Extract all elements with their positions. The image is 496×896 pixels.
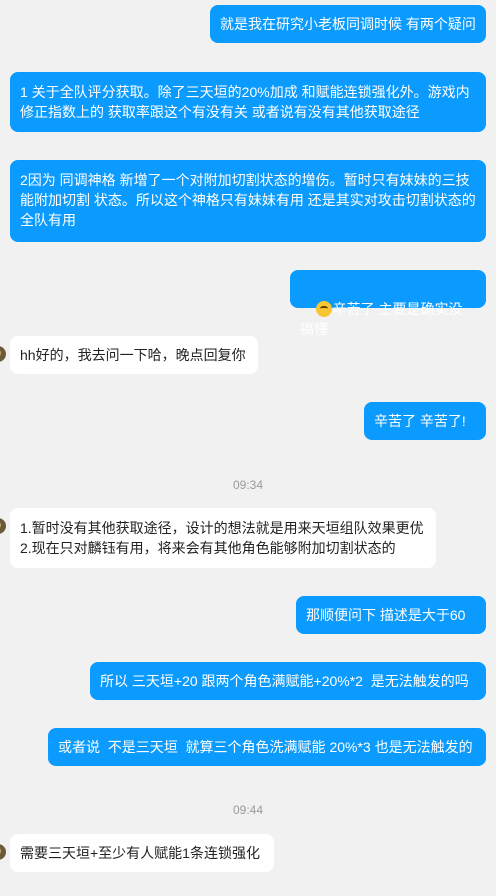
outgoing-message[interactable]: 2因为 同调神格 新增了一个对附加切割状态的增伤。暂时只有妹妹的三技能附加切割 …: [10, 160, 486, 242]
outgoing-message[interactable]: 所以 三天垣+20 跟两个角色满赋能+20%*2 是无法触发的吗: [90, 662, 486, 700]
outgoing-message[interactable]: 1 关于全队评分获取。除了三天垣的20%加成 和赋能连锁强化外。游戏内修正指数上…: [10, 72, 486, 132]
avatar[interactable]: [0, 346, 6, 362]
timestamp: 09:34: [232, 478, 264, 492]
avatar[interactable]: [0, 518, 6, 534]
timestamp: 09:44: [232, 803, 264, 817]
outgoing-message[interactable]: 辛苦了 辛苦了!: [364, 402, 486, 440]
outgoing-message[interactable]: 那顺便问下 描述是大于60: [296, 596, 486, 634]
incoming-message[interactable]: hh好的，我去问一下哈，晚点回复你: [10, 336, 258, 374]
outgoing-message[interactable]: 辛苦了 主要是确实没搞懂: [290, 270, 486, 337]
outgoing-message[interactable]: 就是我在研究小老板同调时候 有两个疑问: [210, 5, 486, 43]
incoming-message[interactable]: 需要三天垣+至少有人赋能1条连锁强化: [10, 834, 274, 872]
outgoing-message[interactable]: 或者说 不是三天垣 就算三个角色洗满赋能 20%*3 也是无法触发的: [48, 728, 486, 766]
avatar[interactable]: [0, 844, 6, 860]
chat-history[interactable]: 就是我在研究小老板同调时候 有两个疑问 1 关于全队评分获取。除了三天垣的20%…: [0, 0, 496, 896]
incoming-message[interactable]: 1.暂时没有其他获取途径，设计的想法就是用来天垣组队效果更优 2.现在只对麟钰有…: [10, 508, 436, 568]
laughing-crying-emoji-icon: [315, 301, 332, 317]
